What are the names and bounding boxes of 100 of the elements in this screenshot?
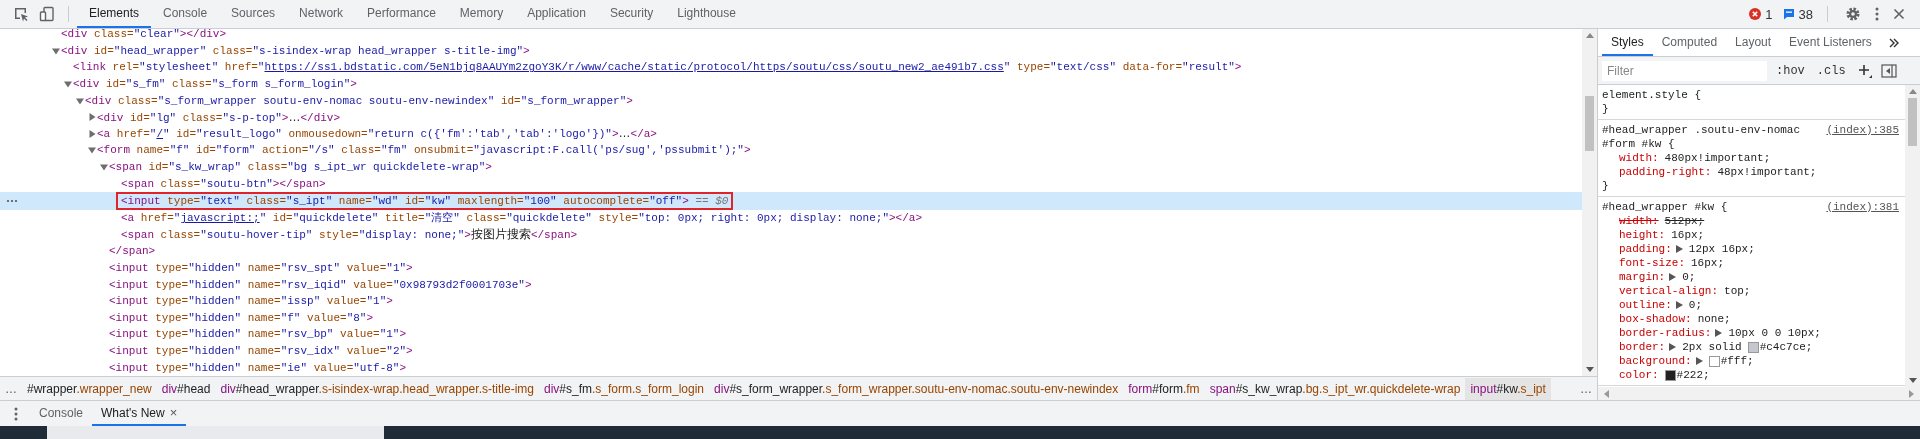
plus-icon[interactable] xyxy=(1856,62,1873,79)
tab[interactable]: Lighthouse xyxy=(665,0,748,28)
property-value[interactable]: 512px; xyxy=(1664,215,1705,227)
property-name[interactable]: padding-right: xyxy=(1619,166,1712,178)
filter-field[interactable]: Filter xyxy=(1602,60,1767,81)
scroll-up-icon[interactable] xyxy=(1908,89,1917,94)
close-button[interactable]: × xyxy=(169,405,178,420)
scroll-down-icon[interactable] xyxy=(1585,367,1594,372)
expand-triangle-icon[interactable] xyxy=(1675,245,1683,253)
dom-node-row[interactable]: <div class="clear"></div> xyxy=(0,26,1582,43)
tab[interactable]: Sources xyxy=(219,0,288,28)
breadcrumb-item[interactable]: div#head xyxy=(156,377,216,400)
menu-icon[interactable] xyxy=(1875,7,1879,21)
menu-icon[interactable] xyxy=(14,406,18,421)
property-value[interactable]: 2px solid xyxy=(1682,341,1742,353)
dom-node-row[interactable]: <input type="hidden" name="f" value="8"> xyxy=(0,309,1582,327)
scrollbar-thumb[interactable] xyxy=(1585,96,1594,151)
tab[interactable]: Computed xyxy=(1652,29,1727,56)
property-name[interactable]: border: xyxy=(1619,341,1666,353)
dom-node-row[interactable]: <input type="hidden" name="ie" value="utf-8"> xyxy=(0,359,1582,376)
dom-node-row[interactable]: <a href="/" id="result_logo" onmousedown="return c({'fm':'tab','tab':'logo'})">…</a> xyxy=(0,125,1582,143)
tab[interactable]: Application xyxy=(515,0,598,28)
expand-triangle-icon[interactable] xyxy=(1695,357,1703,365)
property-name[interactable]: vertical-align: xyxy=(1619,285,1719,297)
tab[interactable]: Network xyxy=(287,0,356,28)
property-value[interactable]: 10px 0 0 10px; xyxy=(1728,327,1821,339)
expand-triangle-icon[interactable] xyxy=(64,80,72,89)
tab[interactable]: Security xyxy=(597,0,666,28)
property-value[interactable]: 12px 16px; xyxy=(1688,243,1755,255)
dom-node-row[interactable]: <span class="soutu-hover-tip" style="display: none;">按图片搜索</span> xyxy=(0,226,1582,244)
color-swatch[interactable] xyxy=(1664,369,1676,381)
device-icon[interactable] xyxy=(39,6,55,22)
tab[interactable]: Event Listeners xyxy=(1780,29,1881,56)
tab[interactable]: Console xyxy=(151,0,220,28)
expand-triangle-icon[interactable] xyxy=(100,163,108,172)
sidebar-toggle-icon[interactable] xyxy=(1880,63,1897,78)
scroll-up-icon[interactable] xyxy=(1585,33,1594,38)
property-name[interactable]: box-shadow: xyxy=(1619,313,1692,325)
property-name[interactable]: color: xyxy=(1619,369,1659,381)
tab[interactable]: Elements xyxy=(77,0,152,28)
dom-node-row[interactable]: <span id="s_kw_wrap" class="bg s_ipt_wr quickdelete-wrap"> xyxy=(0,158,1582,176)
dom-node-row[interactable]: <div id="head_wrapper" class="s-isindex-wrap head_wrapper s-title-img"> xyxy=(0,42,1582,60)
expand-triangle-icon[interactable] xyxy=(1669,343,1677,351)
scrollbar-thumb[interactable] xyxy=(1908,98,1917,146)
message-count[interactable]: 38 xyxy=(1798,6,1813,22)
dom-node-row[interactable]: <span class="soutu-btn"></span> xyxy=(0,175,1582,192)
property-value[interactable]: #c4c7ce; xyxy=(1759,341,1813,353)
property-name[interactable]: padding: xyxy=(1619,243,1672,255)
dom-node-row[interactable]: <div class="s_form_wrapper soutu-env-nomac soutu-env-newindex" id="s_form_wrapper"> xyxy=(0,92,1582,109)
message-icon[interactable] xyxy=(1782,8,1795,20)
source-link[interactable]: (index):385 xyxy=(1826,123,1899,137)
property-value[interactable]: 480px!important; xyxy=(1664,152,1771,164)
scroll-down-icon[interactable] xyxy=(1908,378,1917,383)
property-value[interactable]: top; xyxy=(1724,285,1751,297)
close-icon[interactable] xyxy=(1893,8,1905,20)
property-name[interactable]: font-size: xyxy=(1619,257,1685,269)
dom-node-row[interactable]: <input type="hidden" name="rsv_idx" value="2"> xyxy=(0,342,1582,360)
expand-triangle-icon[interactable] xyxy=(88,113,96,122)
property-value[interactable]: #fff; xyxy=(1720,355,1754,367)
tab[interactable]: Layout xyxy=(1726,29,1781,56)
dom-node-row[interactable]: <input type="text" class="s_ipt" name="wd" id="kw" maxlength="100" autocomplete="off"> == $0 xyxy=(0,191,1582,210)
dom-node-row[interactable]: <input type="hidden" name="rsv_spt" value="1"> xyxy=(0,259,1582,277)
expand-triangle-icon[interactable] xyxy=(88,129,96,138)
expand-triangle-icon[interactable] xyxy=(88,146,96,155)
tab[interactable]: Performance xyxy=(355,0,448,28)
expand-triangle-icon[interactable] xyxy=(1715,329,1723,337)
property-name[interactable]: outline: xyxy=(1619,299,1672,311)
expand-triangle-icon[interactable] xyxy=(1675,301,1683,309)
link[interactable]: https://ss1.bdstatic.com/5eN1bjq8AAUYm2zgoY3K/r/www/cache/static/protocol/https/soutu/css/soutu_new2_ae491b7.css xyxy=(264,61,1004,74)
settings-icon[interactable] xyxy=(1845,6,1861,22)
scroll-right-button[interactable]: … xyxy=(1575,381,1597,396)
more-icon[interactable] xyxy=(6,198,18,203)
dom-node-row[interactable]: <input type="hidden" name="rsv_iqid" value="0x98793d2f0001703e"> xyxy=(0,276,1582,293)
property-value[interactable]: none; xyxy=(1697,313,1731,325)
tab[interactable]: Memory xyxy=(447,0,516,28)
hov-button[interactable]: :hov xyxy=(1773,63,1808,78)
expand-triangle-icon[interactable] xyxy=(1669,273,1677,281)
property-name[interactable]: height: xyxy=(1619,229,1666,241)
dom-node-row[interactable]: <input type="hidden" name="issp" value="1"> xyxy=(0,292,1582,310)
breadcrumb-item[interactable]: div#s_fm.s_form.s_form_login xyxy=(538,377,710,400)
dom-node-row[interactable]: <div id="s_fm" class="s_form s_form_login"> xyxy=(0,75,1582,93)
breadcrumb-item[interactable]: div#head_wrapper.s-isindex-wrap.head_wrapper.s-title-img xyxy=(215,377,539,400)
property-name[interactable]: width: xyxy=(1619,215,1659,227)
dom-node-row[interactable]: <form name="f" id="form" action="/s" class="fm" onsubmit="javascript:F.call('ps/sug','pssubmit');"> xyxy=(0,142,1582,159)
link[interactable]: javascript:; xyxy=(180,212,260,225)
expand-triangle-icon[interactable] xyxy=(52,46,60,55)
error-icon[interactable] xyxy=(1749,8,1762,20)
color-swatch[interactable] xyxy=(1747,341,1759,353)
dom-node-row[interactable]: <a href="javascript:;" id="quickdelete" title="清空" class="quickdelete" style="top: 0px; right: 0px; display: none;"></a> xyxy=(0,209,1582,227)
breadcrumb-item[interactable]: #wrapper.wrapper_new xyxy=(22,377,157,400)
dom-node-row[interactable]: <input type="hidden" name="rsv_bp" value="1"> xyxy=(0,326,1582,343)
breadcrumb-item[interactable]: input#kw.s_ipt xyxy=(1465,377,1551,400)
breadcrumb-item[interactable]: div#s_form_wrapper.s_form_wrapper.soutu-env-nomac.soutu-env-newindex xyxy=(709,377,1124,400)
property-name[interactable]: border-radius: xyxy=(1619,327,1712,339)
inspect-icon[interactable] xyxy=(13,6,29,22)
chevron-icon[interactable] xyxy=(1888,37,1899,48)
link[interactable]: / xyxy=(156,128,164,141)
property-name[interactable]: width: xyxy=(1619,152,1659,164)
scrollbar[interactable] xyxy=(1582,29,1597,376)
color-swatch[interactable] xyxy=(1708,355,1720,367)
